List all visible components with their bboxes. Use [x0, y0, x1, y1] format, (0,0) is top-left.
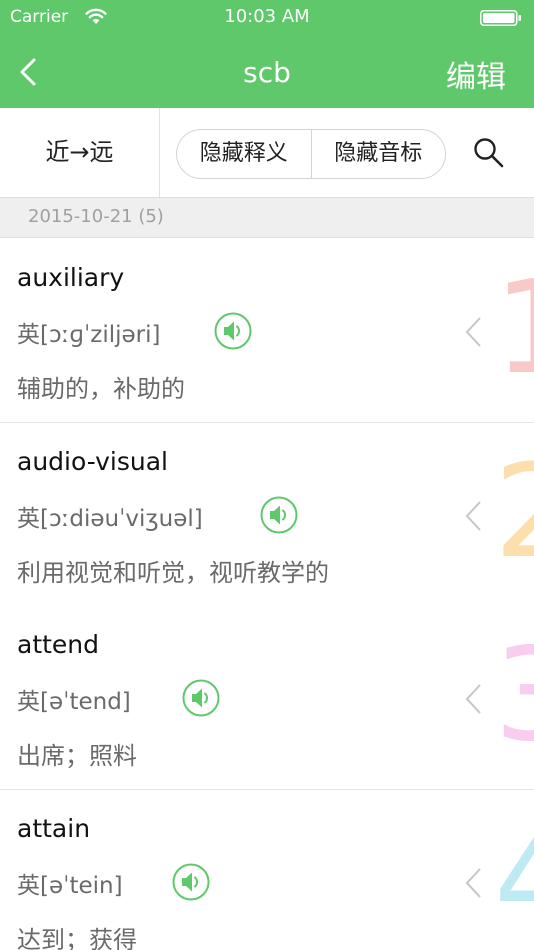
date-section-header: 2015-10-21 (5) — [0, 198, 534, 238]
hide-meaning-button[interactable]: 隐藏释义 — [177, 130, 312, 178]
speaker-icon[interactable] — [171, 862, 211, 902]
chevron-left-icon[interactable] — [462, 682, 484, 716]
chevron-left-icon[interactable] — [462, 866, 484, 900]
phonetic-text: 英[ɔːdiəuˈviʒuəl] — [17, 506, 203, 532]
index-number: 1 — [494, 265, 534, 393]
word-text: audio-visual — [17, 447, 168, 476]
word-row-attend[interactable]: attend 英[əˈtend] 出席；照料 3 — [0, 606, 534, 790]
word-row-auxiliary[interactable]: auxiliary 英[ɔːɡˈziljəri] 辅助的，补助的 1 — [0, 239, 534, 423]
battery-icon — [480, 10, 521, 26]
chevron-left-icon[interactable] — [462, 499, 484, 533]
word-text: auxiliary — [17, 263, 125, 292]
status-time: 10:03 AM — [224, 6, 310, 27]
index-number: 4 — [494, 816, 534, 944]
word-row-audio-visual[interactable]: audio-visual 英[ɔːdiəuˈviʒuəl] 利用视觉和听觉，视听… — [0, 423, 534, 607]
top-bar: Carrier 10:03 AM scb 编辑 — [0, 0, 534, 108]
phonetic-text: 英[əˈtein] — [17, 873, 123, 899]
sort-order-button[interactable]: 近→远 — [0, 108, 160, 197]
phonetic-text: 英[ɔːɡˈziljəri] — [17, 322, 161, 348]
index-number: 3 — [494, 632, 534, 760]
word-text: attend — [17, 630, 100, 659]
search-icon[interactable] — [472, 136, 506, 170]
word-text: attain — [17, 814, 91, 843]
status-bar: Carrier 10:03 AM — [0, 0, 534, 36]
hide-phonetic-button[interactable]: 隐藏音标 — [312, 130, 446, 178]
nav-bar: scb 编辑 — [0, 36, 534, 108]
speaker-icon[interactable] — [259, 495, 299, 535]
edit-button[interactable]: 编辑 — [446, 52, 506, 96]
meaning-text: 达到；获得 — [17, 926, 137, 950]
index-number: 2 — [494, 449, 534, 577]
meaning-text: 利用视觉和听觉，视听教学的 — [17, 559, 329, 587]
phonetic-text: 英[əˈtend] — [17, 689, 131, 715]
speaker-icon[interactable] — [181, 678, 221, 718]
word-row-attain[interactable]: attain 英[əˈtein] 达到；获得 4 — [0, 790, 534, 950]
meaning-text: 辅助的，补助的 — [17, 375, 185, 403]
chevron-left-icon[interactable] — [462, 315, 484, 349]
section-date-label: 2015-10-21 (5) — [28, 206, 164, 227]
speaker-icon[interactable] — [213, 311, 253, 351]
word-list-screen: Carrier 10:03 AM scb 编辑 近→远 隐藏释义 隐藏音标 20… — [0, 0, 534, 950]
meaning-text: 出席；照料 — [17, 742, 137, 770]
filter-toolbar: 近→远 隐藏释义 隐藏音标 — [0, 108, 534, 198]
display-toggle-group: 隐藏释义 隐藏音标 — [176, 129, 446, 179]
